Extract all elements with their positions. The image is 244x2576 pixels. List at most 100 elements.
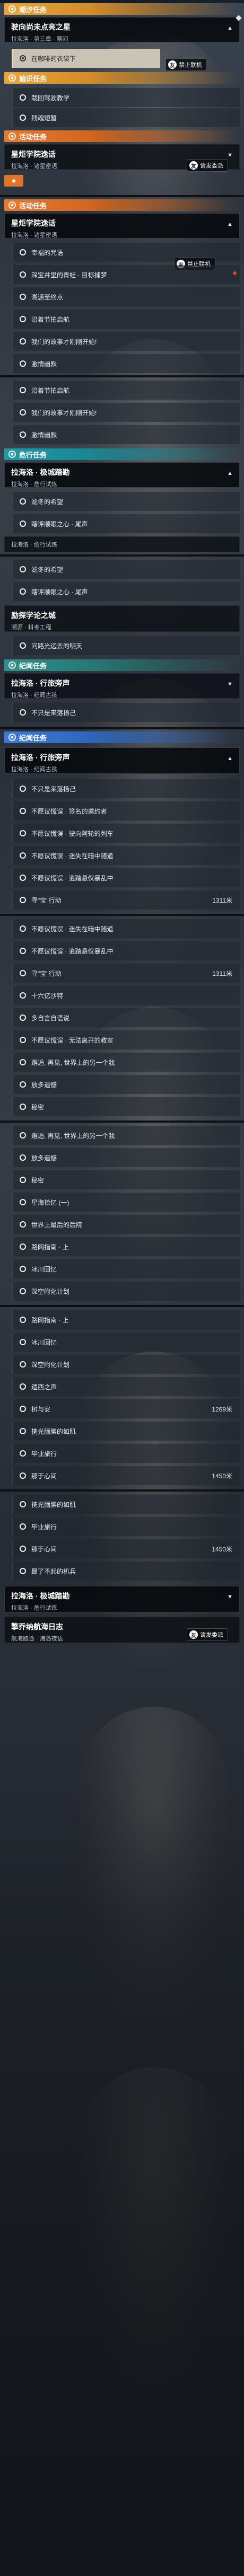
quest-step[interactable]: 树与安 1269米 — [12, 1399, 240, 1418]
quest-step[interactable]: 最了不起的机兵 — [12, 1562, 240, 1581]
chevron-down-icon: ▼ — [227, 152, 233, 158]
quest-title: 拉海洛 · 行旅旁声 — [11, 753, 70, 762]
quest-step[interactable]: 毕业旅行 — [12, 1517, 240, 1536]
quest-step[interactable]: 邂逅, 再见, 世界上的另一个我 — [12, 1053, 240, 1072]
divider — [0, 1121, 244, 1123]
quest-step[interactable]: 沿着节拍启航 — [12, 381, 240, 400]
quest-step[interactable]: 滤冬的希望 — [12, 560, 240, 579]
quest-step[interactable]: 瞎评顺眼之心 · 尾声 — [12, 514, 240, 533]
quest-step[interactable]: 滤冬的希望 — [12, 492, 240, 511]
quest-step[interactable]: 放多遥憾 — [12, 1075, 240, 1094]
quest-step[interactable]: 那于心间 1450米 — [12, 1539, 240, 1558]
target-icon — [20, 1450, 26, 1457]
step-label: 秘密 — [31, 1176, 45, 1184]
step-label: 遗西之声 — [31, 1383, 57, 1391]
step-label: 冰川回忆 — [31, 1265, 57, 1273]
target-icon — [20, 338, 26, 345]
step-label: 寻"宝"行动 — [31, 969, 62, 977]
quest-card-danger[interactable]: 拉海洛 · 极城踏勘 拉海洛 · 危行试炼 ▲ — [4, 462, 240, 488]
quest-step[interactable]: 寻"宝"行动 1311米 — [12, 964, 240, 983]
step-label: 放多遥憾 — [31, 1154, 57, 1162]
quest-step[interactable]: 路网指南 · 上 — [12, 1237, 240, 1256]
quest-card-main[interactable]: 驶向尚未点亮之星 拉海洛 · 第三章 · 幕间 ▲ — [4, 15, 242, 42]
step-label: 不愿议慌误 · 迷失在暗中随道 — [31, 852, 114, 860]
step-label: 沿着节拍启航 — [31, 315, 70, 323]
quest-step[interactable]: 不愿议慌误 · 无法离开的教室 — [12, 1030, 240, 1049]
step-label: 秘密 — [31, 1103, 45, 1111]
step-label: 栽回驾驶教学 — [31, 94, 70, 102]
step-label: 那于心间 — [31, 1545, 57, 1553]
divider — [0, 1305, 244, 1307]
quest-step[interactable]: 世界上最后的后院 — [12, 1215, 240, 1234]
quest-step[interactable]: 冰川回忆 — [12, 1259, 240, 1278]
quest-step[interactable]: 那于心间 1450米 — [12, 1466, 240, 1485]
distance-label: 1269米 — [212, 1405, 232, 1413]
quest-step[interactable]: 遗西之声 — [12, 1377, 240, 1396]
quest-step[interactable]: 沿着节拍启航 — [12, 310, 240, 329]
distance-label: 1450米 — [212, 1545, 232, 1553]
quest-step[interactable]: 不愿议慌误 · 逍踏悬仪暴乱中 — [12, 868, 240, 887]
quest-step[interactable]: 激情幽默 — [12, 425, 240, 444]
category-label: 纪闻任务 — [19, 661, 47, 670]
quest-step[interactable]: 不只是来落扬己 — [12, 703, 240, 722]
chevron-up-icon: ▲ — [227, 755, 233, 762]
quest-step[interactable]: 栽回驾驶教学 — [12, 88, 240, 107]
quest-step[interactable]: 冰川回忆 — [12, 1333, 240, 1352]
category-memoir: ◆ 纪闻任务 — [4, 659, 240, 671]
target-icon — [20, 498, 26, 505]
divider — [0, 375, 244, 377]
quest-step[interactable]: 邂逅, 再见, 世界上的另一个我 — [12, 1126, 240, 1145]
quest-step[interactable]: 不愿议慌误 · 迷失在暗中随道 — [12, 846, 240, 865]
quest-step[interactable]: 寻"宝"行动 1311米 — [12, 890, 240, 910]
quest-step[interactable]: 不愿议慌误 · 逍踏悬仪暴乱中 — [12, 941, 240, 960]
quest-step[interactable]: 激情幽默 — [12, 354, 240, 373]
quest-step[interactable]: 深空附化计划 — [12, 1355, 240, 1374]
quest-step[interactable]: 残魂短暂 — [12, 108, 240, 127]
quest-step[interactable]: 溯源至终点 — [12, 287, 240, 306]
quest-card-cut[interactable]: 拉海洛 · 危行试炼 — [4, 536, 240, 552]
quest-subtitle: 拉海洛 · 第三章 · 幕间 — [11, 36, 68, 42]
target-icon — [20, 925, 26, 932]
forbid-coop-badge: 友 禁止联机 — [165, 58, 207, 71]
quest-card-activity[interactable]: 星炬学院逸话 拉海洛 · 诸星密语 ▲ — [4, 213, 240, 239]
quest-card-danger[interactable]: 拉海洛 · 极城踏勘 拉海洛 · 危行试炼 ▼ — [4, 1586, 240, 1612]
quest-step[interactable]: 星海拾忆 (一) — [12, 1193, 240, 1212]
quest-step[interactable]: 深宝井里的青蛙 · 目标捕梦 — [12, 265, 240, 284]
step-label: 不愿议慌误 · 逍踏悬仪暴乱中 — [31, 947, 114, 955]
quest-step[interactable]: 携光腼腆的如肌 — [12, 1495, 240, 1514]
quest-card-spread[interactable]: 励探学论之城 溯源 · 科考工程 — [4, 605, 240, 632]
quest-card-memoir[interactable]: 拉海洛 · 行旅旁声 拉海洛 · 纪闻古孩 ▲ — [4, 747, 240, 774]
quest-step[interactable]: 秘密 — [12, 1170, 240, 1189]
quest-step[interactable]: 我们的故事才刚刚开始! — [12, 403, 240, 422]
quest-step[interactable]: 瞎评顺眼之心 · 尾声 — [12, 582, 240, 601]
category-spread: ◆ 遍识任务 — [4, 72, 240, 84]
quest-title: 拉海洛 · 极城踏勘 — [11, 468, 70, 477]
step-label: 放多遥憾 — [31, 1081, 57, 1089]
quest-step[interactable]: 不只是来落扬己 — [12, 779, 240, 798]
quest-step[interactable]: 秘密 — [12, 1097, 240, 1116]
step-label: 滤冬的希望 — [31, 498, 64, 506]
quest-step[interactable]: 路网指南 · 上 — [12, 1310, 240, 1329]
step-label: 毕业旅行 — [31, 1450, 57, 1458]
quest-card-memoir[interactable]: 拉海洛 · 行旅旁声 拉海洛 · 纪闻古孩 ▼ — [4, 673, 240, 699]
target-icon — [20, 1317, 26, 1323]
quest-title: 星炬学院逸话 — [11, 150, 56, 158]
category-memoir: ◆ 纪闻任务 — [4, 731, 240, 743]
quest-step[interactable]: 毕业旅行 — [12, 1444, 240, 1463]
quest-step[interactable]: 不愿议慌误 · 签名的邀约者 — [12, 801, 240, 821]
quest-step[interactable]: 多自言自语说 — [12, 1008, 240, 1027]
quest-step[interactable]: 深空附化计划 — [12, 1282, 240, 1301]
quest-step[interactable]: 放多遥憾 — [12, 1148, 240, 1167]
step-label: 问路光远去的明天 — [31, 642, 83, 650]
quest-step[interactable]: 携光腼腆的如肌 — [12, 1422, 240, 1441]
quest-step[interactable]: 不愿议慌误 · 迷失在暗中随道 — [12, 919, 240, 938]
quest-step[interactable]: 不愿议慌误 · 驶向阿轮的列车 — [12, 824, 240, 843]
category-label: 活动任务 — [19, 133, 47, 141]
quest-step-active[interactable]: 在咖啡的衣袋下 — [12, 49, 160, 68]
divider — [0, 727, 244, 729]
quest-step[interactable]: 问路光远去的明天 — [12, 636, 240, 655]
quest-subtitle: 拉海洛 · 诸星密语 — [11, 232, 57, 239]
quest-step[interactable]: 十六亿沙特 — [12, 986, 240, 1005]
quest-step[interactable]: 我们的故事才刚刚开始! — [12, 332, 240, 351]
quest-subtitle: 拉海洛 · 危行试炼 — [11, 481, 57, 488]
